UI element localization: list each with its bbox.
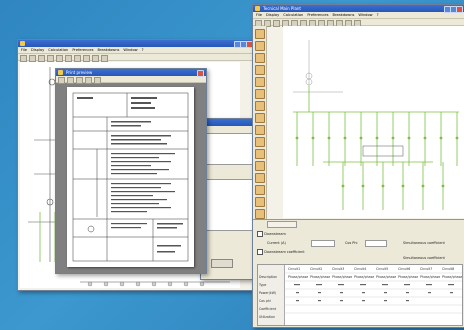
ok-button[interactable] [211,259,233,268]
menu-breakdowns[interactable]: Breakdowns [332,12,354,18]
right-window-titlebar[interactable]: Tecnical Main Plant [253,5,464,13]
cosphi-label: Cos Phi [345,241,358,245]
tool-icon-13[interactable] [254,173,265,183]
zoom-in-icon[interactable] [67,77,74,84]
preview-titlebar[interactable]: Print preview [56,69,206,77]
left-window-titlebar[interactable] [18,40,255,48]
menu-calculation[interactable]: Calculation [48,47,68,53]
tool-icon-1[interactable] [254,29,265,39]
right-close-button[interactable] [456,6,463,13]
open-icon[interactable] [29,55,36,62]
preview-page [67,87,194,267]
right-window-title: Tecnical Main Plant [263,6,302,11]
tool-icon-16[interactable] [254,209,265,219]
cosphi-input[interactable] [365,240,387,247]
circuit-table: Description Type Power(kW) Cos phi Coeff… [257,264,463,326]
zoom-icon[interactable] [83,55,90,62]
copy-icon[interactable] [65,55,72,62]
paste-icon[interactable] [74,55,81,62]
coefficient-checkbox[interactable] [257,249,263,255]
cut-icon[interactable] [56,55,63,62]
downstream-row: Downstream [257,231,286,237]
preview-toolbar [56,76,206,84]
tool-icon-6[interactable] [254,89,265,99]
tool-icon-4[interactable] [254,65,265,75]
menu-help[interactable]: ? [142,47,144,53]
zoom-out-icon[interactable] [76,77,83,84]
tool-icon-8[interactable] [254,113,265,123]
tool-icon-15[interactable] [254,197,265,207]
settings-list[interactable] [205,133,257,165]
save-icon[interactable] [38,55,45,62]
next-page-icon[interactable] [94,77,101,84]
right-tool-sidebar [253,26,267,229]
menu-display[interactable]: Display [31,47,44,53]
menu-calculation[interactable]: Calculation [283,12,303,18]
page-form-drawing [72,92,189,262]
table-grid [284,272,462,314]
app-icon [20,41,25,46]
right-app-window: Tecnical Main Plant File Display Calcula… [252,4,464,328]
preview-close-button[interactable] [197,70,204,77]
right-app-icon [255,6,260,11]
preview-app-icon [58,70,63,75]
left-toolbar [18,54,255,62]
tool-icon-7[interactable] [254,101,265,111]
tool-icon-11[interactable] [254,149,265,159]
tool-icon-9[interactable] [254,125,265,135]
menu-file[interactable]: File [21,47,27,53]
tool-icon-3[interactable] [254,53,265,63]
downstream-label: Downstream [264,232,286,236]
grid-icon[interactable] [92,55,99,62]
current-input[interactable] [311,240,335,247]
coefficient-row: Downstream coefficient [257,249,305,255]
circuit-properties-panel: Downstream Downstream coefficient Curren… [253,219,464,327]
simultaneous-label: Simultaneous coefficient [403,241,445,245]
menu-breakdowns[interactable]: Breakdowns [97,47,119,53]
preview-title: Print preview [66,70,93,75]
menu-help[interactable]: ? [377,12,379,18]
menu-preferences[interactable]: Preferences [72,47,93,53]
new-icon[interactable] [20,55,27,62]
right-diagram-canvas[interactable] [283,26,464,218]
print-icon[interactable] [58,77,65,84]
right-toolbar [253,19,464,27]
tool-icon-2[interactable] [254,41,265,51]
menu-window[interactable]: Window [123,47,137,53]
menu-display[interactable]: Display [266,12,279,18]
single-line-diagram [293,40,459,210]
prev-page-icon[interactable] [85,77,92,84]
menu-file[interactable]: File [256,12,262,18]
left-menubar: File Display Calculation Preferences Bre… [18,47,255,54]
panel-tab[interactable] [267,221,297,228]
menu-preferences[interactable]: Preferences [307,12,328,18]
simultaneous-label-2: Simultaneous coefficient [403,256,445,260]
tool-icon-10[interactable] [254,137,265,147]
menu-window[interactable]: Window [358,12,372,18]
print-icon[interactable] [47,55,54,62]
save-icon[interactable] [273,20,280,27]
settings-panel[interactable] [205,179,257,231]
downstream-checkbox[interactable] [257,231,263,237]
tool-icon-14[interactable] [254,185,265,195]
calc-icon[interactable] [101,55,108,62]
current-label: Current (A) [267,241,286,245]
tool-icon-5[interactable] [254,77,265,87]
print-preview-window: Print preview [55,68,207,274]
right-menubar: File Display Calculation Preferences Bre… [253,12,464,19]
tool-icon-12[interactable] [254,161,265,171]
coefficient-label: Downstream coefficient [264,250,305,254]
